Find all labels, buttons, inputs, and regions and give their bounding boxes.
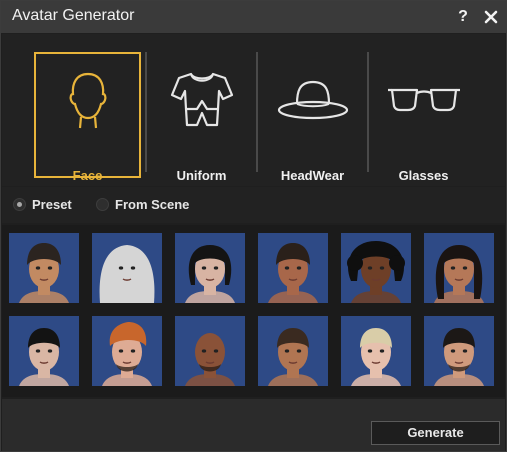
avatar-thumbnail[interactable] (92, 316, 162, 386)
avatar-thumbnail[interactable] (258, 316, 328, 386)
avatar-thumbnail[interactable] (341, 233, 411, 303)
tab-divider (367, 52, 369, 172)
window-title: Avatar Generator (12, 7, 135, 24)
hat-icon (259, 62, 366, 136)
tab-divider (145, 52, 147, 172)
avatar-thumbnail[interactable] (341, 316, 411, 386)
avatar-thumbnail[interactable] (175, 233, 245, 303)
avatar-thumbnail[interactable] (258, 233, 328, 303)
from-scene-radio[interactable]: From Scene (96, 197, 189, 212)
avatar-generator-window: Avatar Generator ? Face Uniform HeadWear… (0, 0, 507, 452)
title-bar[interactable]: Avatar Generator ? (1, 1, 506, 33)
glasses-icon (370, 62, 477, 136)
avatar-thumbnail[interactable] (424, 316, 494, 386)
tab-headwear-label: HeadWear (280, 168, 345, 183)
shirt-icon (148, 62, 255, 136)
close-button[interactable] (481, 5, 501, 29)
avatar-thumbnail[interactable] (9, 316, 79, 386)
tab-glasses[interactable]: Glasses (370, 52, 477, 183)
avatar-thumbnail[interactable] (424, 233, 494, 303)
radio-dot (13, 198, 26, 211)
face-icon (36, 64, 139, 138)
close-icon (484, 10, 498, 24)
tab-face[interactable]: Face (34, 52, 141, 183)
preset-radio-label: Preset (32, 197, 72, 212)
help-button[interactable]: ? (453, 5, 473, 29)
tab-uniform-label: Uniform (176, 168, 227, 183)
tab-glasses-label: Glasses (398, 168, 449, 183)
avatar-gallery (2, 225, 505, 397)
tab-headwear[interactable]: HeadWear (259, 52, 366, 183)
preset-radio[interactable]: Preset (13, 197, 72, 212)
avatar-thumbnail[interactable] (175, 316, 245, 386)
radio-dot (96, 198, 109, 211)
source-options: Preset From Scene (2, 187, 505, 223)
category-tabs: Face Uniform HeadWear Glasses (2, 34, 505, 186)
tab-face-label: Face (72, 168, 103, 183)
tab-divider (256, 52, 258, 172)
generate-button[interactable]: Generate (371, 421, 500, 445)
tab-uniform[interactable]: Uniform (148, 52, 255, 183)
avatar-thumbnail[interactable] (92, 233, 162, 303)
footer-bar: Generate (2, 399, 505, 451)
from-scene-radio-label: From Scene (115, 197, 190, 212)
avatar-thumbnail[interactable] (9, 233, 79, 303)
